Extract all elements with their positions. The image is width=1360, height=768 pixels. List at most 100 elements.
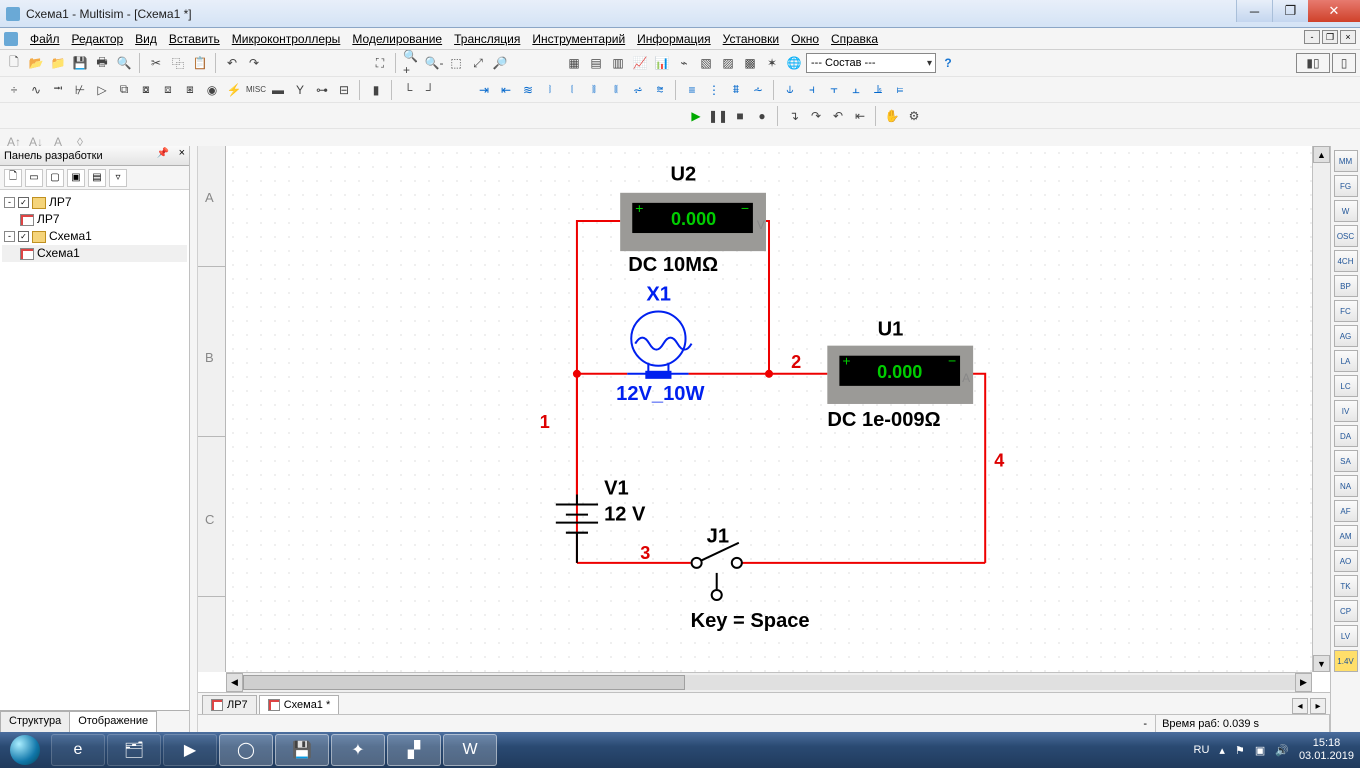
- zoom-out-button[interactable]: 🔍-: [424, 53, 444, 73]
- system-tray[interactable]: RU ▴ ⚑ ▣ 🔊 15:18 03.01.2019: [1194, 737, 1360, 763]
- current-probe-icon[interactable]: CP: [1334, 600, 1358, 622]
- labview-icon[interactable]: LV: [1334, 625, 1358, 647]
- probe-n-button[interactable]: ⫝: [780, 80, 800, 100]
- breakpoint-button[interactable]: ✋: [882, 106, 902, 126]
- place-electromech-button[interactable]: ⊶: [312, 80, 332, 100]
- menu-insert[interactable]: Вставить: [163, 30, 226, 48]
- zoom-in-button[interactable]: 🔍+: [402, 53, 422, 73]
- analysis-button[interactable]: ⌁: [674, 53, 694, 73]
- probe-v-button[interactable]: ⇥: [474, 80, 494, 100]
- menu-edit[interactable]: Редактор: [66, 30, 130, 48]
- agilent-osc-icon[interactable]: AO: [1334, 550, 1358, 572]
- probe-j-button[interactable]: ≡: [682, 80, 702, 100]
- place-misc-digital-button[interactable]: ⧈: [158, 80, 178, 100]
- menu-mcu[interactable]: Микроконтроллеры: [226, 30, 347, 48]
- hierarchy-button[interactable]: └: [398, 80, 418, 100]
- probe-f-button[interactable]: ⧚: [584, 80, 604, 100]
- print-button[interactable]: 🖶: [92, 53, 112, 73]
- place-ttl-button[interactable]: ⧉: [114, 80, 134, 100]
- bus-button[interactable]: ┘: [420, 80, 440, 100]
- probe-i-button[interactable]: ⇤: [496, 80, 516, 100]
- print-preview-button[interactable]: 🔍: [114, 53, 134, 73]
- record-button[interactable]: ●: [752, 106, 772, 126]
- tray-action-icon[interactable]: ▣: [1255, 744, 1265, 757]
- panel-close-button[interactable]: ×: [179, 147, 185, 159]
- tab-schema1[interactable]: Схема1 *: [259, 695, 340, 714]
- tree-item-lr7[interactable]: ЛР7: [37, 211, 60, 228]
- tab-scroll-right[interactable]: ▸: [1310, 698, 1326, 714]
- probe-e-button[interactable]: ⧙: [562, 80, 582, 100]
- grapher-button[interactable]: 📈: [630, 53, 650, 73]
- place-diode-button[interactable]: ⭲: [48, 80, 68, 100]
- distortion-icon[interactable]: DA: [1334, 425, 1358, 447]
- zoom-area-button[interactable]: ⬚: [446, 53, 466, 73]
- step-over-button[interactable]: ↷: [806, 106, 826, 126]
- zoom-100-button[interactable]: 🔎: [490, 53, 510, 73]
- new-button[interactable]: 🗋: [4, 53, 24, 73]
- probe-g-button[interactable]: ⧛: [606, 80, 626, 100]
- place-mixed-button[interactable]: ⧆: [180, 80, 200, 100]
- scroll-up-button[interactable]: ▲: [1313, 146, 1330, 163]
- task-app1[interactable]: ✦: [331, 734, 385, 766]
- undo-button[interactable]: ↶: [222, 53, 242, 73]
- agilent-mm-icon[interactable]: AM: [1334, 525, 1358, 547]
- scroll-right-button[interactable]: ▶: [1295, 673, 1312, 692]
- step-back-button[interactable]: ⇤: [850, 106, 870, 126]
- probe-p2-button[interactable]: ⫟: [824, 80, 844, 100]
- tray-clock[interactable]: 15:18 03.01.2019: [1299, 737, 1354, 763]
- agilent-fg-icon[interactable]: AF: [1334, 500, 1358, 522]
- tray-volume-icon[interactable]: 🔊: [1275, 744, 1289, 757]
- tree-root-schema1[interactable]: Схема1: [49, 228, 92, 245]
- props-button[interactable]: ▩: [740, 53, 760, 73]
- measurement-probe-icon[interactable]: 1.4V: [1334, 650, 1358, 672]
- zoom-fit-button[interactable]: ⤢: [468, 53, 488, 73]
- tb-new-icon[interactable]: 🗋: [4, 169, 22, 187]
- probe-d-button[interactable]: ⧘: [540, 80, 560, 100]
- window-minimize-button[interactable]: ─: [1236, 0, 1272, 22]
- spectrum-icon[interactable]: SA: [1334, 450, 1358, 472]
- save-button[interactable]: 💾: [70, 53, 90, 73]
- menu-options[interactable]: Установки: [717, 30, 785, 48]
- run-button[interactable]: ▶: [686, 106, 706, 126]
- component-j1[interactable]: [692, 543, 742, 600]
- paste-button[interactable]: 📋: [190, 53, 210, 73]
- component-u2[interactable]: 0.000 + − V U2 DC 10MΩ: [620, 164, 766, 277]
- place-misc-button[interactable]: MISC: [246, 80, 266, 100]
- probe-m-button[interactable]: ⩪: [748, 80, 768, 100]
- window-maximize-button[interactable]: ❐: [1272, 0, 1308, 22]
- mdi-close-button[interactable]: ×: [1340, 30, 1356, 44]
- tray-arrow-icon[interactable]: ▴: [1219, 744, 1225, 757]
- probe-i2-button[interactable]: ⩬: [650, 80, 670, 100]
- probe-k-button[interactable]: ⋮: [704, 80, 724, 100]
- place-analog-button[interactable]: ▷: [92, 80, 112, 100]
- word-gen-icon[interactable]: AG: [1334, 325, 1358, 347]
- watch-button[interactable]: ⚙: [904, 106, 924, 126]
- component-x1[interactable]: [627, 311, 691, 377]
- in-use-list-combo[interactable]: --- Состав ---: [806, 53, 936, 73]
- tb-sheet-icon[interactable]: ▢: [46, 169, 64, 187]
- tb-up-icon[interactable]: ▿: [109, 169, 127, 187]
- window-close-button[interactable]: ✕: [1308, 0, 1360, 22]
- multimeter-icon[interactable]: MM: [1334, 150, 1358, 172]
- probe-l-button[interactable]: ⩩: [726, 80, 746, 100]
- post-button[interactable]: 📊: [652, 53, 672, 73]
- full-screen-button[interactable]: ⛶: [370, 53, 390, 73]
- menu-help[interactable]: Справка: [825, 30, 884, 48]
- world-button[interactable]: 🌐: [784, 53, 804, 73]
- tray-lang[interactable]: RU: [1194, 744, 1210, 756]
- tb-sheet2-icon[interactable]: ▣: [67, 169, 85, 187]
- probe-q-button[interactable]: ⫠: [846, 80, 866, 100]
- task-media[interactable]: ▶: [163, 734, 217, 766]
- tree-root-lr7[interactable]: ЛР7: [49, 194, 72, 211]
- place-cmos-button[interactable]: ⧇: [136, 80, 156, 100]
- sim-switch-stop[interactable]: ▯: [1332, 53, 1356, 73]
- task-chrome[interactable]: ◯: [219, 734, 273, 766]
- freq-counter-icon[interactable]: FC: [1334, 300, 1358, 322]
- logic-converter-icon[interactable]: LC: [1334, 375, 1358, 397]
- scroll-left-button[interactable]: ◀: [226, 673, 243, 692]
- scroll-down-button[interactable]: ▼: [1313, 655, 1330, 672]
- place-ni-button[interactable]: ⊟: [334, 80, 354, 100]
- tek-osc-icon[interactable]: TK: [1334, 575, 1358, 597]
- func-gen-icon[interactable]: FG: [1334, 175, 1358, 197]
- open-button[interactable]: 📂: [26, 53, 46, 73]
